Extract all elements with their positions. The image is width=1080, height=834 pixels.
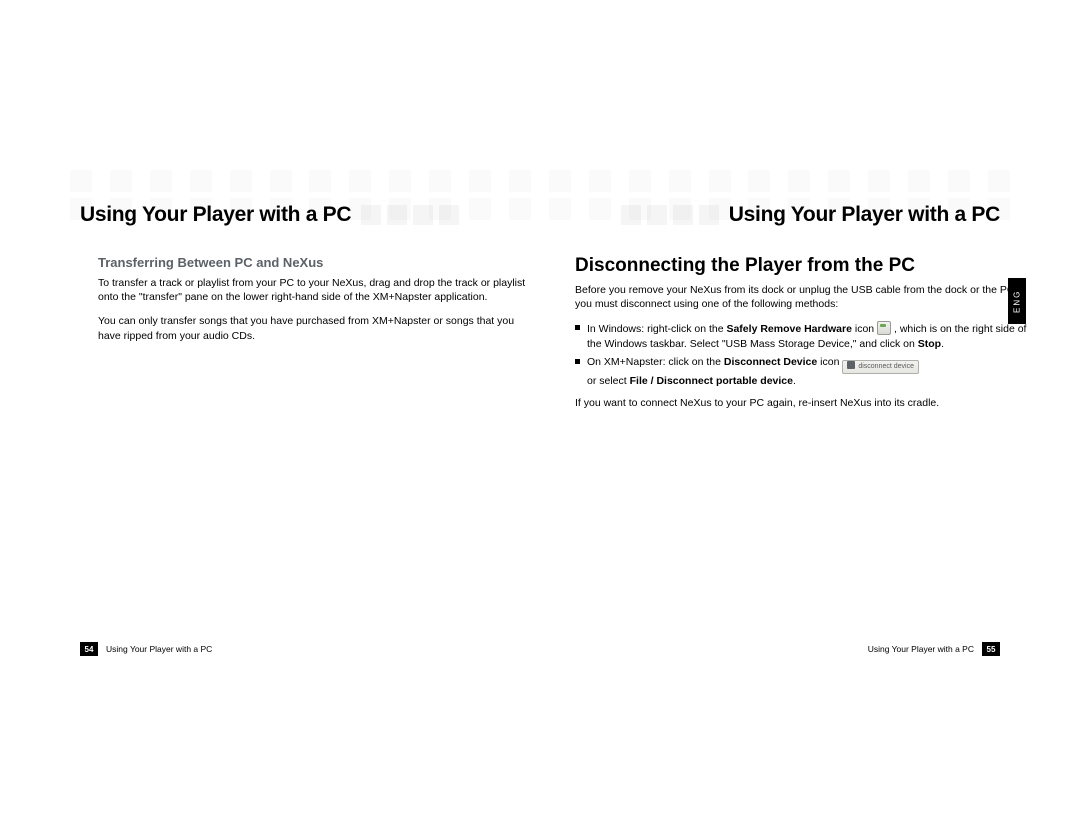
disconnect-device-icon: disconnect device <box>842 360 919 374</box>
section-title-left: Using Your Player with a PC <box>80 200 469 230</box>
page-left: Transferring Between PC and NeXus To tra… <box>98 255 528 353</box>
text: . <box>941 338 944 350</box>
bold-text: File / Disconnect portable device <box>630 375 793 387</box>
list-item: In Windows: right-click on the Safely Re… <box>575 321 1035 350</box>
paragraph: Before you remove your NeXus from its do… <box>575 283 1035 311</box>
bullet-list: In Windows: right-click on the Safely Re… <box>575 321 1035 388</box>
list-item: On XM+Napster: click on the Disconnect D… <box>575 355 1035 388</box>
deco-squares-icon <box>361 205 459 225</box>
bold-text: Safely Remove Hardware <box>726 323 851 335</box>
footer-text: Using Your Player with a PC <box>868 644 974 654</box>
text: On XM+Napster: click on the <box>587 356 724 368</box>
page-number: 54 <box>80 642 98 656</box>
deco-squares-icon <box>621 205 719 225</box>
paragraph: If you want to connect NeXus to your PC … <box>575 396 1035 410</box>
icon-label: disconnect device <box>858 363 914 370</box>
safely-remove-hardware-icon <box>877 321 891 335</box>
text: icon <box>817 356 842 368</box>
text: or select <box>587 375 630 387</box>
bold-text: Stop <box>918 338 941 350</box>
footer-left: 54 Using Your Player with a PC <box>80 642 212 656</box>
section-title-right: Using Your Player with a PC <box>611 200 1000 230</box>
paragraph: To transfer a track or playlist from you… <box>98 276 528 304</box>
text: icon <box>852 323 877 335</box>
page-right: Disconnecting the Player from the PC Bef… <box>575 255 1035 420</box>
section-title-left-text: Using Your Player with a PC <box>80 203 351 227</box>
page-number: 55 <box>982 642 1000 656</box>
bold-text: Disconnect Device <box>724 356 817 368</box>
paragraph: You can only transfer songs that you hav… <box>98 314 528 342</box>
text: . <box>793 375 796 387</box>
language-tab: ENG <box>1008 278 1026 324</box>
subheading-transferring: Transferring Between PC and NeXus <box>98 255 528 270</box>
heading-disconnecting: Disconnecting the Player from the PC <box>575 255 1035 277</box>
section-title-right-text: Using Your Player with a PC <box>729 203 1000 227</box>
footer-text: Using Your Player with a PC <box>106 644 212 654</box>
text: In Windows: right-click on the <box>587 323 726 335</box>
footer-right: Using Your Player with a PC 55 <box>868 642 1000 656</box>
